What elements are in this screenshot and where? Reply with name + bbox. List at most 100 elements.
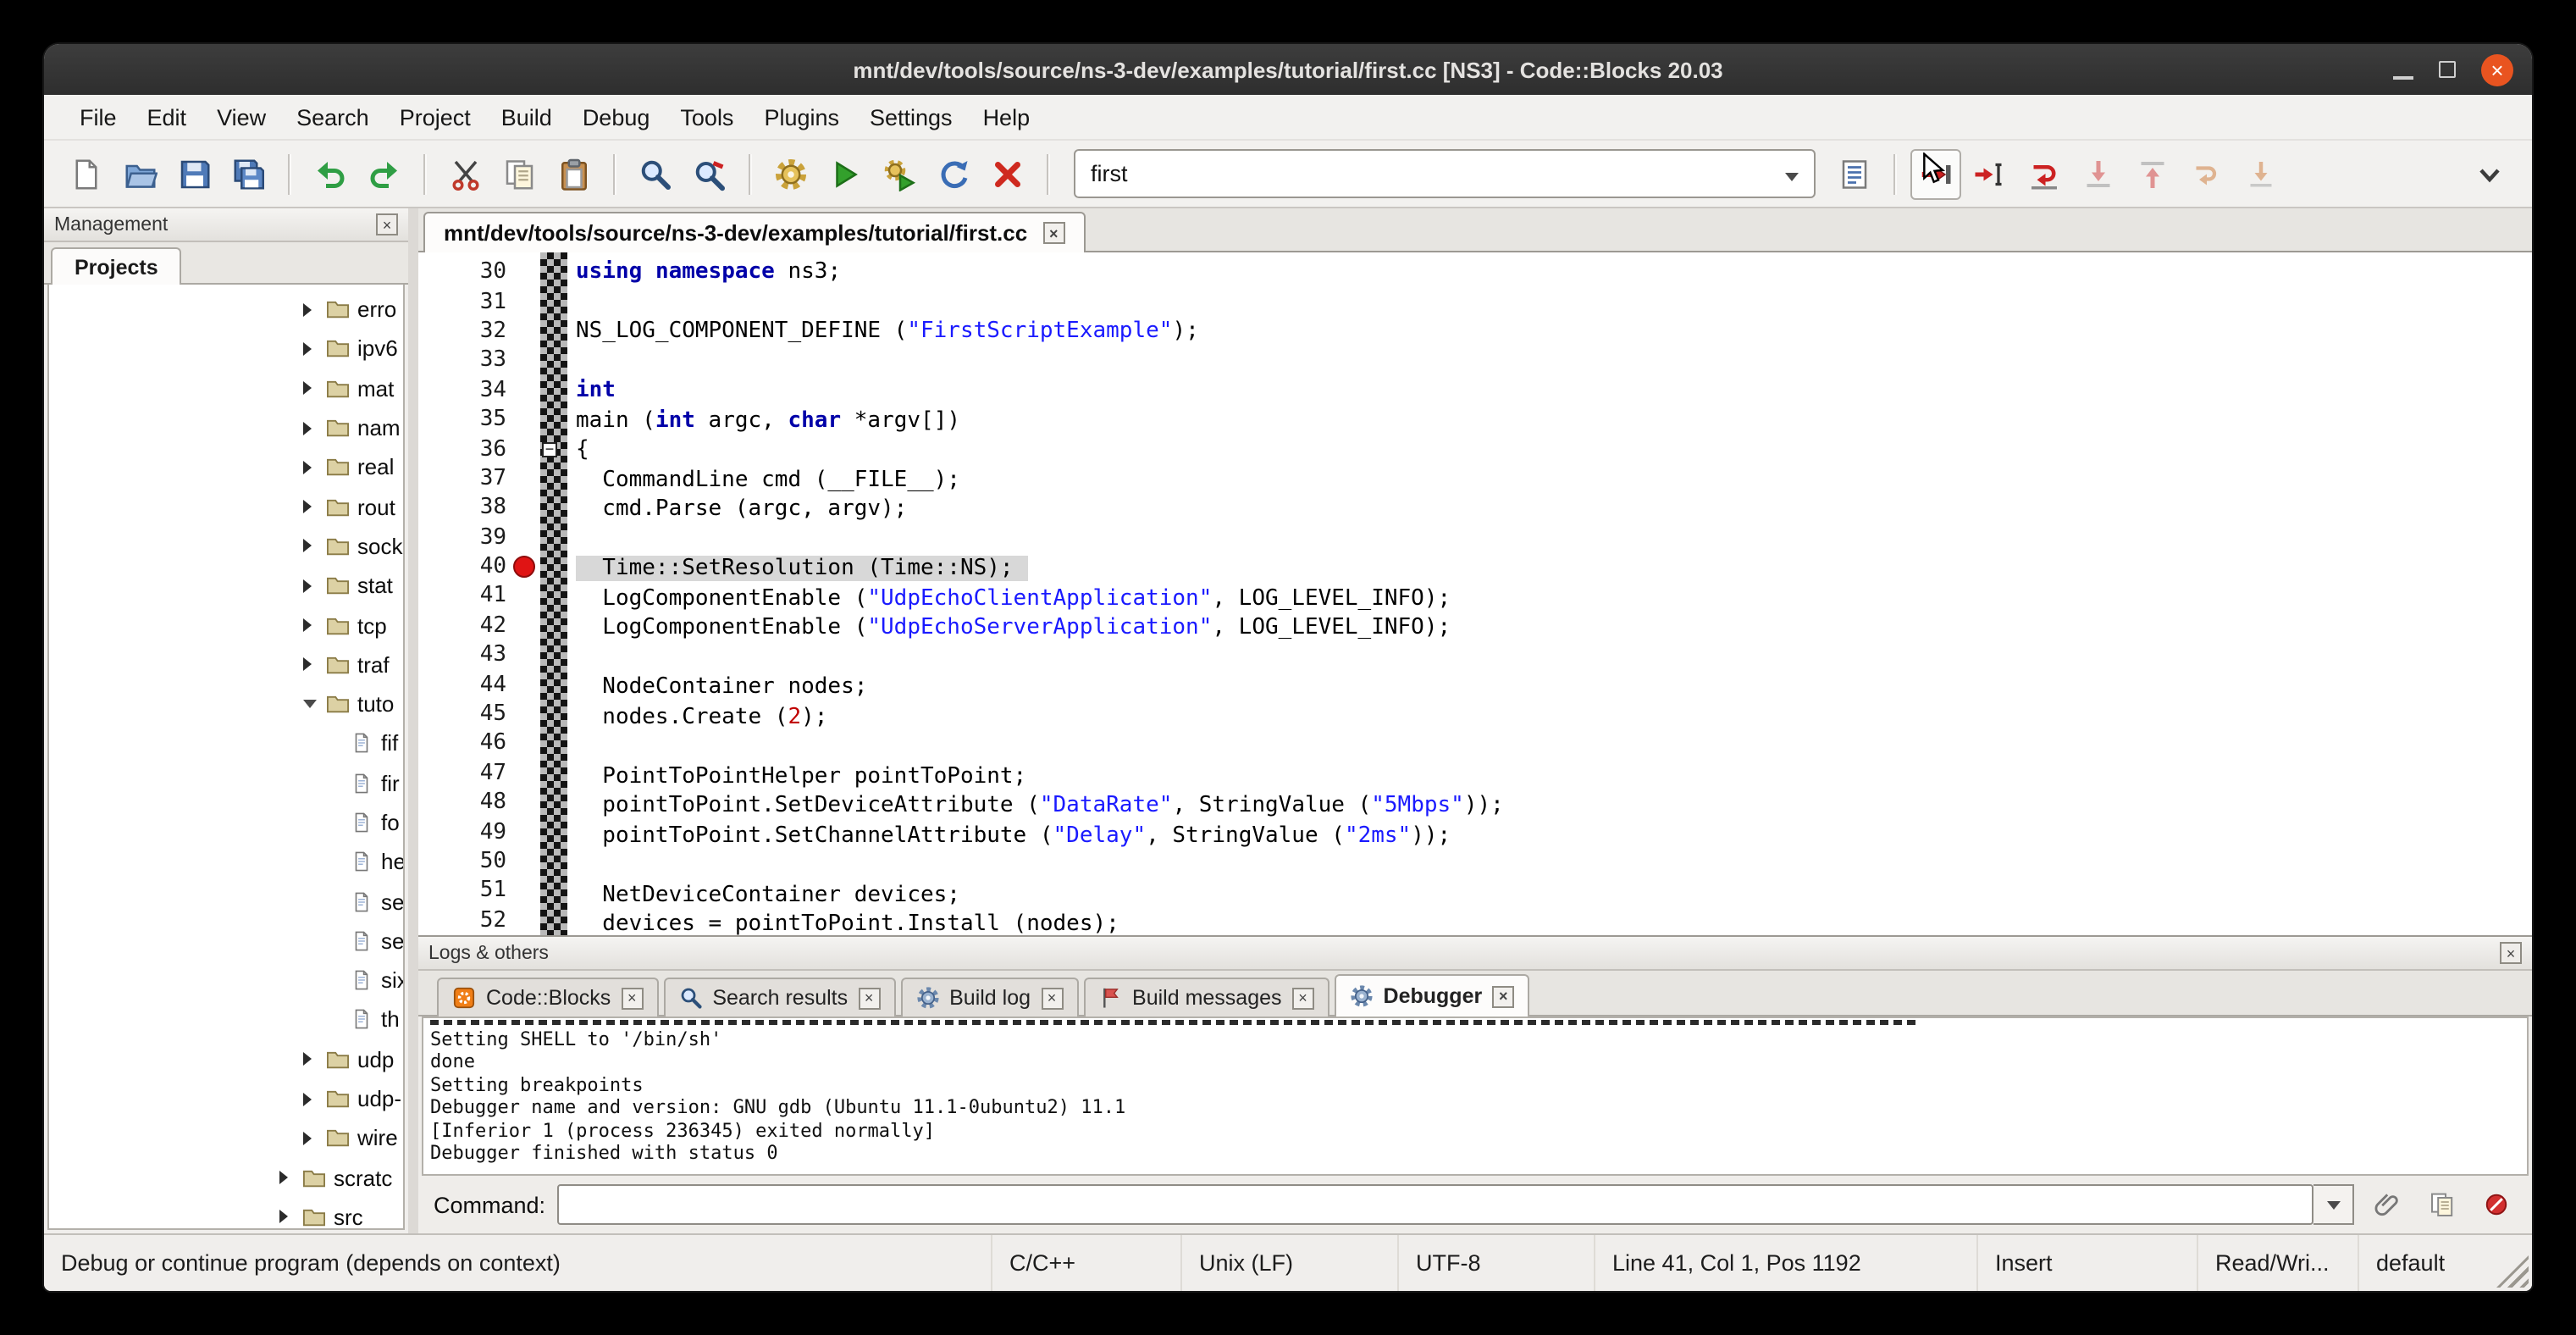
- chevron-collapsed-icon[interactable]: [303, 381, 325, 395]
- line-number[interactable]: 52: [418, 906, 540, 935]
- tree-item[interactable]: fo: [49, 803, 403, 843]
- logs-close-button[interactable]: ×: [2500, 942, 2522, 964]
- code-line[interactable]: [567, 643, 2532, 673]
- minimize-button[interactable]: [2393, 75, 2413, 79]
- tree-item[interactable]: th: [49, 1000, 403, 1040]
- project-tree[interactable]: erroipv6matnamrealroutsockstattcptraftut…: [47, 285, 405, 1230]
- tree-item[interactable]: he: [49, 842, 403, 882]
- line-number[interactable]: 35: [418, 405, 540, 435]
- title-bar[interactable]: mnt/dev/tools/source/ns-3-dev/examples/t…: [44, 44, 2532, 95]
- step-into-instruction-button[interactable]: [2236, 148, 2286, 199]
- tree-item[interactable]: se: [49, 882, 403, 922]
- tab-close-button[interactable]: ×: [621, 987, 643, 1009]
- chevron-collapsed-icon[interactable]: [303, 342, 325, 356]
- step-out-button[interactable]: [2127, 148, 2178, 199]
- tab-code-blocks[interactable]: Code::Blocks×: [437, 978, 658, 1016]
- tab-build-messages[interactable]: Build messages×: [1083, 978, 1329, 1016]
- line-number[interactable]: 51: [418, 876, 540, 906]
- chevron-collapsed-icon[interactable]: [303, 1132, 325, 1145]
- tree-item[interactable]: ipv6: [49, 330, 403, 369]
- tree-item[interactable]: scratc: [49, 1158, 403, 1198]
- save-button[interactable]: [169, 148, 220, 199]
- chevron-collapsed-icon[interactable]: [303, 461, 325, 474]
- line-number[interactable]: 30: [418, 258, 540, 287]
- tab-debugger[interactable]: Debugger×: [1335, 974, 1530, 1016]
- code-line[interactable]: LogComponentEnable ("UdpEchoClientApplic…: [567, 584, 2532, 613]
- chevron-down-icon[interactable]: [1785, 161, 1799, 186]
- tab-close-button[interactable]: ×: [1041, 987, 1063, 1009]
- code-line[interactable]: [567, 287, 2532, 317]
- command-history-dropdown[interactable]: [2313, 1184, 2354, 1225]
- tree-item[interactable]: erro: [49, 290, 403, 330]
- chevron-collapsed-icon[interactable]: [303, 618, 325, 632]
- tab-close-button[interactable]: ×: [1492, 985, 1514, 1007]
- menu-build[interactable]: Build: [486, 97, 567, 136]
- open-file-button[interactable]: [115, 148, 166, 199]
- line-number[interactable]: 34: [418, 375, 540, 405]
- line-number[interactable]: 44: [418, 670, 540, 700]
- debugger-command-input[interactable]: [557, 1184, 2313, 1225]
- management-close-button[interactable]: ×: [376, 213, 398, 235]
- maximize-button[interactable]: [2439, 61, 2456, 78]
- tab-projects[interactable]: Projects: [51, 247, 182, 285]
- tab-build-log[interactable]: Build log×: [900, 978, 1078, 1016]
- code-line[interactable]: NS_LOG_COMPONENT_DEFINE ("FirstScriptExa…: [567, 317, 2532, 346]
- tab-close-button[interactable]: ×: [858, 987, 880, 1009]
- toolbar-overflow-button[interactable]: [2464, 148, 2515, 199]
- rebuild-button[interactable]: [928, 148, 979, 199]
- next-instruction-button[interactable]: [2181, 148, 2232, 199]
- run-button[interactable]: [820, 148, 871, 199]
- tree-item[interactable]: six: [49, 961, 403, 1000]
- tree-item[interactable]: traf: [49, 645, 403, 684]
- code-line[interactable]: using namespace ns3;: [567, 258, 2532, 287]
- build-button[interactable]: [766, 148, 816, 199]
- new-file-button[interactable]: [61, 148, 112, 199]
- chevron-collapsed-icon[interactable]: [303, 540, 325, 553]
- breakpoint-marker[interactable]: [513, 556, 535, 578]
- menu-tools[interactable]: Tools: [665, 97, 749, 136]
- menu-view[interactable]: View: [202, 97, 281, 136]
- code-editor[interactable]: 3031323334353637383940414243444546474849…: [418, 252, 2532, 935]
- line-number[interactable]: 36: [418, 435, 540, 464]
- find-button[interactable]: [630, 148, 681, 199]
- line-number[interactable]: 48: [418, 788, 540, 817]
- menu-settings[interactable]: Settings: [854, 97, 968, 136]
- tree-item[interactable]: nam: [49, 408, 403, 448]
- tree-item[interactable]: stat: [49, 566, 403, 606]
- debug-continue-button[interactable]: [1910, 148, 1961, 199]
- tree-item[interactable]: se: [49, 922, 403, 961]
- chevron-collapsed-icon[interactable]: [303, 302, 325, 316]
- tree-item[interactable]: rout: [49, 487, 403, 527]
- next-line-button[interactable]: [2019, 148, 2070, 199]
- undo-button[interactable]: [305, 148, 356, 199]
- chevron-collapsed-icon[interactable]: [279, 1171, 301, 1184]
- line-number[interactable]: 43: [418, 640, 540, 670]
- run-to-cursor-button[interactable]: [1965, 148, 2015, 199]
- menu-plugins[interactable]: Plugins: [749, 97, 854, 136]
- copy-log-button[interactable]: [2420, 1185, 2463, 1224]
- line-number[interactable]: 42: [418, 611, 540, 640]
- line-number[interactable]: 33: [418, 346, 540, 375]
- chevron-collapsed-icon[interactable]: [279, 1210, 301, 1224]
- editor-tab-close-button[interactable]: ×: [1042, 222, 1064, 244]
- line-number[interactable]: 39: [418, 523, 540, 552]
- chevron-expanded-icon[interactable]: [303, 700, 325, 708]
- tab-close-button[interactable]: ×: [1292, 987, 1314, 1009]
- select-target-button[interactable]: [1829, 148, 1880, 199]
- tab-search-results[interactable]: Search results×: [663, 978, 895, 1016]
- code-line[interactable]: nodes.Create (2);: [567, 702, 2532, 732]
- replace-button[interactable]: [684, 148, 735, 199]
- code-line[interactable]: {: [567, 435, 2532, 465]
- line-number[interactable]: 37: [418, 463, 540, 493]
- cut-button[interactable]: [440, 148, 491, 199]
- chevron-collapsed-icon[interactable]: [303, 579, 325, 592]
- line-number[interactable]: 38: [418, 493, 540, 523]
- menu-edit[interactable]: Edit: [132, 97, 202, 136]
- code-line[interactable]: NodeContainer nodes;: [567, 673, 2532, 702]
- code-line[interactable]: NetDeviceContainer devices;: [567, 880, 2532, 910]
- code-line[interactable]: CommandLine cmd (__FILE__);: [567, 465, 2532, 495]
- code-line[interactable]: [567, 524, 2532, 554]
- line-number[interactable]: 49: [418, 817, 540, 847]
- step-into-button[interactable]: [2073, 148, 2124, 199]
- code-line[interactable]: main (int argc, char *argv[]): [567, 406, 2532, 435]
